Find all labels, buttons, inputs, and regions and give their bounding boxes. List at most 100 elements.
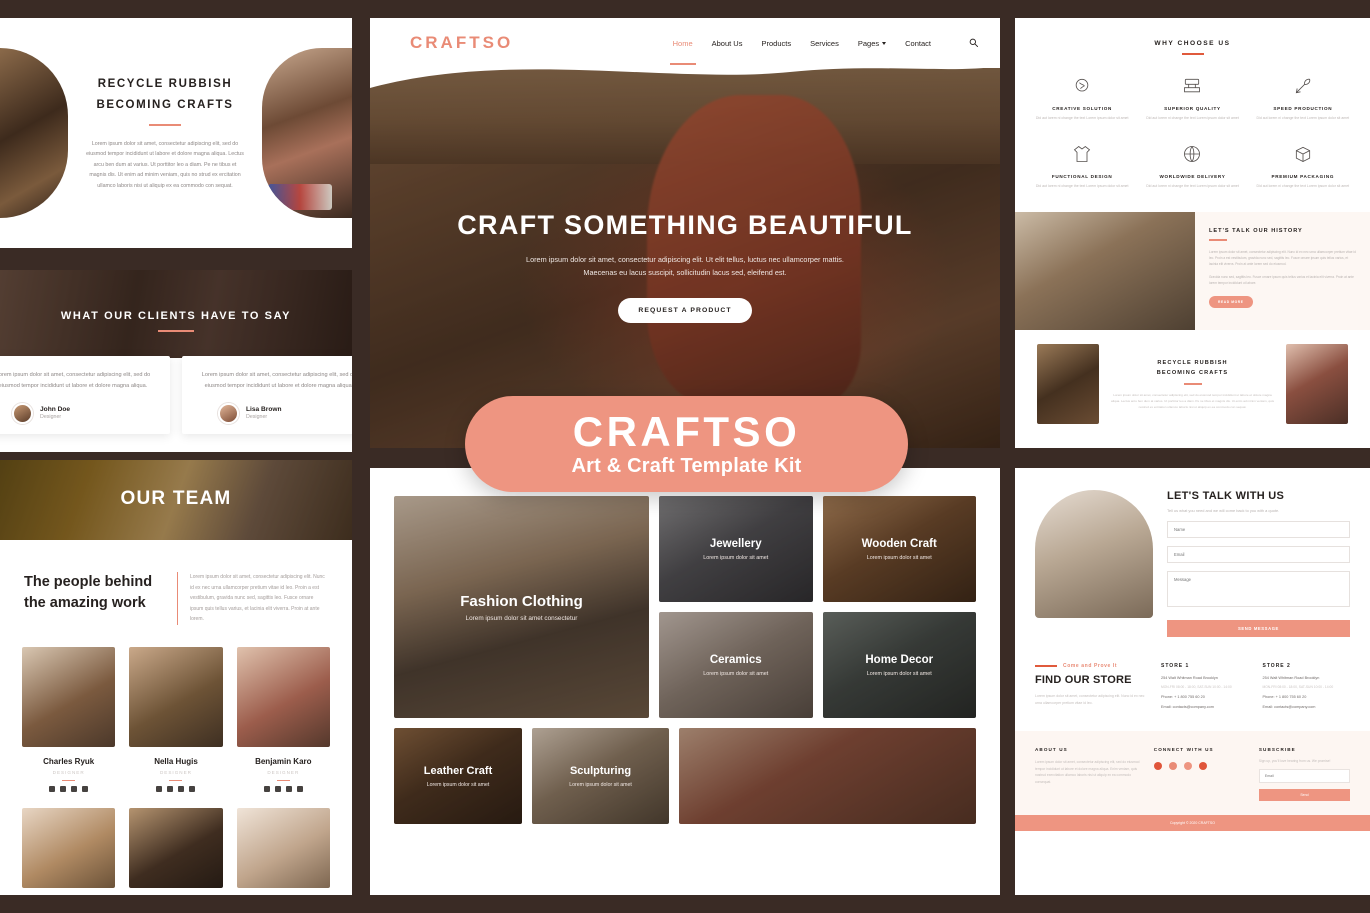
product-tile-gallery[interactable] (679, 728, 976, 824)
social-links (22, 786, 115, 792)
linkedin-icon[interactable] (82, 786, 89, 792)
team-member-name: Charles Ryuk (43, 756, 95, 766)
hero-paragraph-line1: Lorem ipsum dolor sit amet, consectetur … (526, 255, 844, 264)
rocket-icon (1252, 73, 1354, 99)
instagram-icon[interactable] (1183, 762, 1192, 770)
brain-icon (1031, 73, 1133, 99)
history-section: LET'S TALK OUR HISTORY Lorem ipsum dolor… (1015, 212, 1370, 331)
testimonial-text: Lorem ipsum dolor sit amet, consectetur … (0, 372, 151, 389)
testimonial-role: Designer (40, 414, 62, 421)
name-field[interactable] (1167, 521, 1350, 538)
product-name: Ceramics (709, 653, 762, 666)
divider (149, 123, 181, 126)
search-icon[interactable] (969, 34, 978, 52)
facebook-icon[interactable] (1153, 762, 1162, 770)
facebook-icon[interactable] (156, 786, 163, 792)
facebook-icon[interactable] (49, 786, 56, 792)
product-name: Sculpturing (569, 764, 632, 777)
twitter-icon[interactable] (1168, 762, 1177, 770)
find-store-paragraph: Lorem ipsum dolor sit amet, consectetur … (1035, 694, 1145, 705)
subscribe-send-button[interactable]: Send (1258, 789, 1350, 801)
message-field[interactable] (1167, 571, 1350, 607)
product-name: Fashion Clothing (460, 592, 583, 610)
product-tile-fashion-clothing[interactable]: Fashion Clothing Lorem ipsum dolor sit a… (394, 496, 649, 718)
linkedin-icon[interactable] (189, 786, 196, 792)
nav-item-pages[interactable]: Pages (858, 39, 887, 48)
nav-item-home[interactable]: Home (669, 39, 696, 65)
nav-item-about-us[interactable]: About Us (712, 39, 743, 48)
instagram-icon[interactable] (71, 786, 78, 792)
nav-item-products[interactable]: Products (761, 39, 791, 48)
nav-item-services[interactable]: Services (810, 39, 839, 48)
feature-creative-solution: CREATIVE SOLUTION Did aut lorem ni chang… (1031, 73, 1133, 122)
footer-subscribe: SUBSCRIBE Sign up, you'll love hearing f… (1258, 747, 1350, 801)
product-tile-wooden-craft[interactable]: Wooden Craft Lorem ipsum dolor sit amet (822, 496, 976, 602)
twitter-icon[interactable] (167, 786, 174, 792)
recycle2-body: Lorem ipsum dolor sit amet, consectetur … (1110, 392, 1274, 410)
email-field[interactable] (1167, 546, 1350, 563)
linkedin-icon[interactable] (296, 786, 303, 792)
product-tile-jewellery[interactable]: Jewellery Lorem ipsum dolor sit amet (659, 496, 813, 602)
avatar (218, 402, 239, 424)
recycle-image-left (0, 48, 68, 218)
recycle2-image-left (1037, 344, 1099, 425)
divider (158, 330, 194, 332)
team-member-photo (236, 646, 330, 747)
feature-speed-production: SPEED PRODUCTION Did aut lorem ni change… (1252, 73, 1354, 122)
product-name: Leather Craft (423, 764, 493, 777)
team-member-photo (129, 646, 223, 747)
shirt-icon (1031, 141, 1133, 167)
send-message-button[interactable]: SEND MESSAGE (1167, 620, 1350, 637)
feature-superior-quality: SUPERIOR QUALITY Did aut lorem ni change… (1141, 73, 1243, 122)
product-tile-ceramics[interactable]: Ceramics Lorem ipsum dolor sit amet (659, 612, 813, 718)
find-store-heading: FIND OUR STORE (1035, 674, 1132, 686)
testimonial-author: Lisa Brown (246, 406, 282, 414)
store-2: STORE 2 254 Walt Whitman Road Brooklyn M… (1263, 663, 1351, 709)
subscribe-email-input[interactable] (1258, 769, 1350, 783)
template-kit-preview: RECYCLE RUBBISH BECOMING CRAFTS Lorem ip… (0, 0, 1370, 913)
pinterest-icon[interactable] (1198, 762, 1207, 770)
product-tile-home-decor[interactable]: Home Decor Lorem ipsum dolor sit amet (822, 612, 976, 718)
request-a-product-button[interactable]: REQUEST A PRODUCT (618, 297, 752, 323)
product-tile-sculpturing[interactable]: Sculpturing Lorem ipsum dolor sit amet (532, 728, 669, 824)
twitter-icon[interactable] (274, 786, 281, 792)
badge-title: CRAFTSO (572, 407, 801, 455)
twitter-icon[interactable] (60, 786, 67, 792)
panel-contact: LET'S TALK WITH US Tell us what you need… (1015, 468, 1370, 895)
brand-logo[interactable]: CRAFTSO (410, 33, 513, 53)
panel-recycle-rubbish: RECYCLE RUBBISH BECOMING CRAFTS Lorem ip… (0, 18, 352, 248)
product-tile-leather-craft[interactable]: Leather Craft Lorem ipsum dolor sit amet (394, 728, 522, 824)
feature-name: SUPERIOR QUALITY (1164, 105, 1221, 111)
footer-connect-title: CONNECT WITH US (1153, 747, 1214, 752)
team-member-name: Benjamin Karo (255, 756, 312, 766)
history-paragraph-1: Lorem ipsum dolor sit amet, consectetur … (1209, 249, 1356, 267)
instagram-icon[interactable] (178, 786, 185, 792)
chevron-down-icon (882, 42, 887, 46)
team-member-photo (22, 808, 116, 888)
product-name: Jewellery (709, 537, 762, 550)
testimonial-card: Lorem ipsum dolor sit amet, consectetur … (182, 356, 352, 434)
nav-item-contact[interactable]: Contact (905, 39, 931, 48)
store-title: STORE 2 (1262, 663, 1291, 669)
stamp-icon (1141, 73, 1243, 99)
divider (62, 779, 76, 781)
copyright-bar: Copyright © 2020 CRAFTSO (1015, 815, 1370, 831)
divider (1183, 383, 1202, 385)
feature-desc: Did aut lorem ni change the text Lorem i… (1035, 184, 1129, 189)
kicker-text: Come and Prove It (1063, 663, 1118, 669)
recycle2-title-line1: RECYCLE RUBBISH (1157, 360, 1228, 367)
store-address: 254 Walt Whitman Road Brooklyn (1262, 676, 1320, 680)
team-member-photo (22, 646, 116, 747)
product-subtitle: Lorem ipsum dolor sit amet (569, 781, 632, 788)
history-image (1015, 212, 1195, 331)
team-member: Nella Hugis DESIGNER (129, 646, 223, 792)
feature-worldwide-delivery: WORLDWIDE DELIVERY Did aut lorem ni chan… (1141, 141, 1243, 190)
facebook-icon[interactable] (263, 786, 270, 792)
team-member-role: DESIGNER (159, 769, 192, 775)
feature-name: PREMIUM PACKAGING (1271, 174, 1335, 180)
product-subtitle: Lorem ipsum dolor sit amet (866, 554, 932, 561)
panel-products: Fashion Clothing Lorem ipsum dolor sit a… (370, 468, 1000, 895)
read-more-button[interactable]: READ MORE (1209, 295, 1253, 308)
instagram-icon[interactable] (285, 786, 292, 792)
store-phone: Phone: + 1 800 755 60 20 (1161, 695, 1205, 699)
